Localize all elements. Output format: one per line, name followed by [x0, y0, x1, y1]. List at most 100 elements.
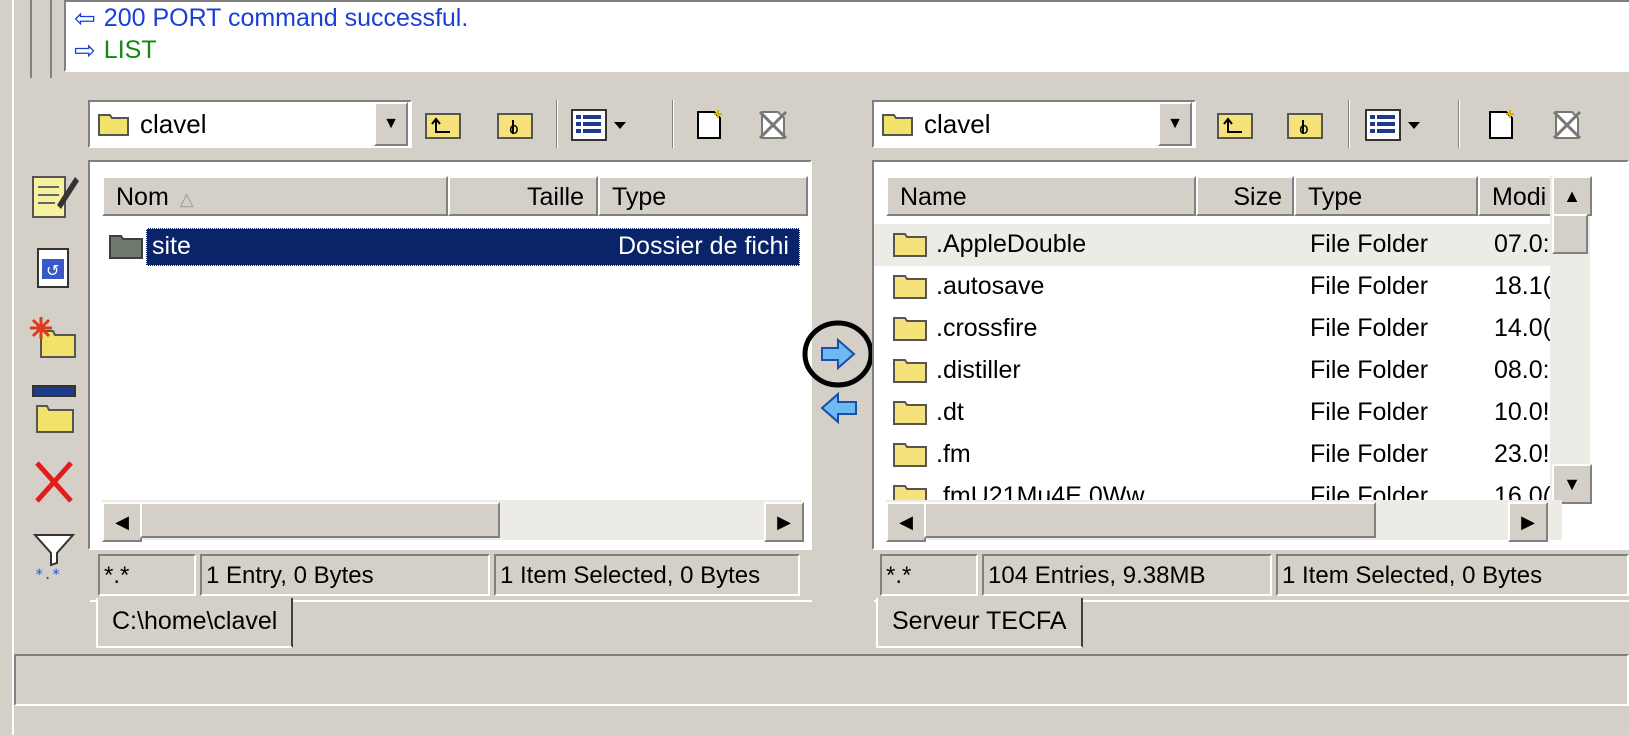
file-modified: 08.0: — [1494, 356, 1550, 384]
horizontal-scrollbar[interactable]: ◀ ▶ — [102, 500, 804, 542]
tab-remote-server[interactable]: Serveur TECFA — [876, 598, 1083, 648]
arrow-right-icon: ⇨ — [74, 35, 96, 65]
remote-path-combo[interactable]: clavel ▼ — [872, 100, 1196, 148]
chevron-down-icon[interactable]: ▼ — [1158, 102, 1192, 146]
chevron-down-icon[interactable]: ▼ — [374, 102, 408, 146]
scroll-down-icon[interactable]: ▼ — [1552, 464, 1592, 504]
remote-file-list[interactable]: Name Size Type Modi .AppleDouble File Fol… — [872, 160, 1629, 550]
scrollbar-thumb[interactable] — [1552, 214, 1588, 254]
remote-path-text: clavel — [924, 108, 991, 139]
file-modified: 23.0! — [1494, 440, 1550, 468]
root-folder-icon[interactable]: ᴏ — [1286, 106, 1324, 144]
status-selected: 1 Item Selected, 0 Bytes — [494, 554, 800, 596]
table-row[interactable]: .crossfire File Folder 14.0( — [874, 308, 1550, 350]
delete-file-icon[interactable] — [1548, 106, 1586, 144]
column-header-size[interactable]: Size — [1196, 176, 1294, 216]
column-header-modified[interactable]: Modi — [1478, 176, 1558, 216]
scrollbar-thumb[interactable] — [140, 502, 500, 538]
scroll-left-icon[interactable]: ◀ — [102, 502, 142, 542]
scrollbar-thumb[interactable] — [924, 502, 1376, 538]
column-header-type[interactable]: Type — [1294, 176, 1478, 216]
file-type: File Folder — [1310, 314, 1429, 342]
download-button[interactable] — [818, 390, 862, 426]
log-splitter[interactable] — [30, 0, 52, 78]
rename-icon[interactable] — [24, 380, 84, 436]
table-row[interactable]: site Dossier de fichi — [90, 226, 810, 268]
scroll-right-icon[interactable]: ▶ — [764, 502, 804, 542]
new-file-icon[interactable] — [1482, 106, 1520, 144]
log-line: ⇨ LIST — [74, 34, 1629, 66]
horizontal-scrollbar[interactable]: ◀ ▶ — [886, 500, 1562, 542]
local-path-combo[interactable]: clavel ▼ — [88, 100, 412, 148]
svg-text:*.*: *.* — [35, 567, 60, 581]
folder-open-icon — [98, 114, 129, 136]
table-row[interactable]: .dt File Folder 10.0! — [874, 392, 1550, 434]
file-type: File Folder — [1310, 230, 1429, 258]
refresh-icon[interactable]: ↺ — [24, 240, 84, 296]
table-row[interactable]: .autosave File Folder 18.1( — [874, 266, 1550, 308]
file-type: File Folder — [1310, 482, 1429, 500]
table-row[interactable]: .fmU21Mu4E.0Ww File Folder 16.0( — [874, 476, 1550, 500]
log-panel: ⇦ 200 PORT command successful. ⇨ LIST — [64, 0, 1629, 72]
column-header-name[interactable]: Name — [886, 176, 1196, 216]
folder-icon — [893, 233, 927, 257]
local-status-bar: *.* 1 Entry, 0 Bytes 1 Item Selected, 0 … — [98, 554, 800, 596]
up-folder-icon[interactable] — [1216, 106, 1254, 144]
file-type: File Folder — [1310, 272, 1429, 300]
file-name: .fmU21Mu4E.0Ww — [936, 482, 1145, 500]
file-modified: 07.0: — [1494, 230, 1550, 258]
table-row[interactable]: .distiller File Folder 08.0: — [874, 350, 1550, 392]
column-header-size[interactable]: Taille — [448, 176, 598, 216]
window-edge — [0, 0, 14, 735]
folder-open-icon — [882, 114, 913, 136]
toolbar-separator — [672, 100, 674, 148]
main-status-bar — [14, 654, 1629, 706]
folder-icon — [109, 235, 143, 259]
folder-icon — [893, 401, 927, 425]
table-row[interactable]: .fm File Folder 23.0! — [874, 434, 1550, 476]
remote-rows: .AppleDouble File Folder 07.0: .autosave Fil… — [874, 224, 1550, 500]
vertical-scrollbar[interactable]: ▲ ▼ — [1550, 176, 1592, 504]
delete-file-icon[interactable] — [754, 106, 792, 144]
new-file-icon[interactable] — [690, 106, 728, 144]
file-type: File Folder — [1310, 356, 1429, 384]
column-header-name[interactable]: Nom △ — [102, 176, 448, 216]
file-modified: 10.0! — [1494, 398, 1550, 426]
view-mode-icon[interactable] — [1364, 106, 1428, 144]
toolbar-separator — [556, 100, 558, 148]
delete-icon[interactable] — [24, 454, 84, 510]
edit-icon[interactable] — [24, 168, 84, 224]
up-folder-icon[interactable] — [424, 106, 462, 144]
root-folder-icon[interactable]: ᴏ — [496, 106, 534, 144]
filter-icon[interactable]: *.* — [24, 526, 84, 582]
upload-button[interactable] — [802, 320, 874, 388]
scroll-right-icon[interactable]: ▶ — [1508, 502, 1548, 542]
file-name: .autosave — [936, 272, 1045, 300]
log-text: LIST — [103, 36, 157, 64]
table-row[interactable]: .AppleDouble File Folder 07.0: — [874, 224, 1550, 266]
status-selected: 1 Item Selected, 0 Bytes — [1276, 554, 1629, 596]
file-name: .AppleDouble — [936, 230, 1087, 258]
local-path-text: clavel — [140, 108, 207, 139]
sort-ascending-icon: △ — [179, 189, 194, 209]
scroll-left-icon[interactable]: ◀ — [886, 502, 926, 542]
svg-text:↺: ↺ — [46, 261, 59, 280]
folder-icon — [893, 485, 927, 500]
new-folder-icon[interactable] — [24, 310, 84, 366]
local-file-list[interactable]: Nom △ Taille Type site Dossier de fichi … — [88, 160, 812, 550]
folder-icon — [893, 443, 927, 467]
scroll-up-icon[interactable]: ▲ — [1552, 176, 1592, 216]
toolbar-separator — [1458, 100, 1460, 148]
tab-local-path[interactable]: C:\home\clavel — [96, 598, 294, 648]
status-entries: 1 Entry, 0 Bytes — [200, 554, 490, 596]
file-name: site — [152, 232, 191, 260]
column-header-type[interactable]: Type — [598, 176, 808, 216]
status-filter: *.* — [98, 554, 196, 596]
toolbar-separator — [1348, 100, 1350, 148]
file-modified: 18.1( — [1494, 272, 1550, 300]
file-modified: 14.0( — [1494, 314, 1550, 342]
arrow-left-icon: ⇦ — [74, 3, 96, 33]
file-name: .distiller — [936, 356, 1021, 384]
folder-icon — [893, 359, 927, 383]
view-mode-icon[interactable] — [570, 106, 634, 144]
